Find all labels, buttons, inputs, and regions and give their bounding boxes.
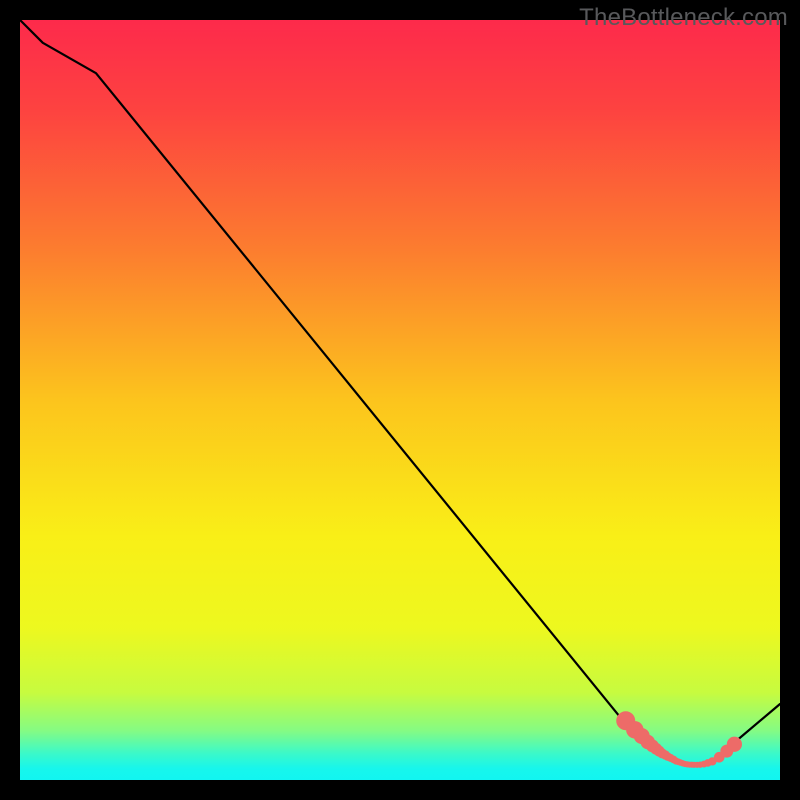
chart-plot	[20, 20, 780, 780]
marker-dot	[727, 737, 742, 752]
watermark-text: TheBottleneck.com	[579, 4, 788, 32]
chart-stage: TheBottleneck.com	[0, 0, 800, 800]
chart-background	[20, 20, 780, 780]
